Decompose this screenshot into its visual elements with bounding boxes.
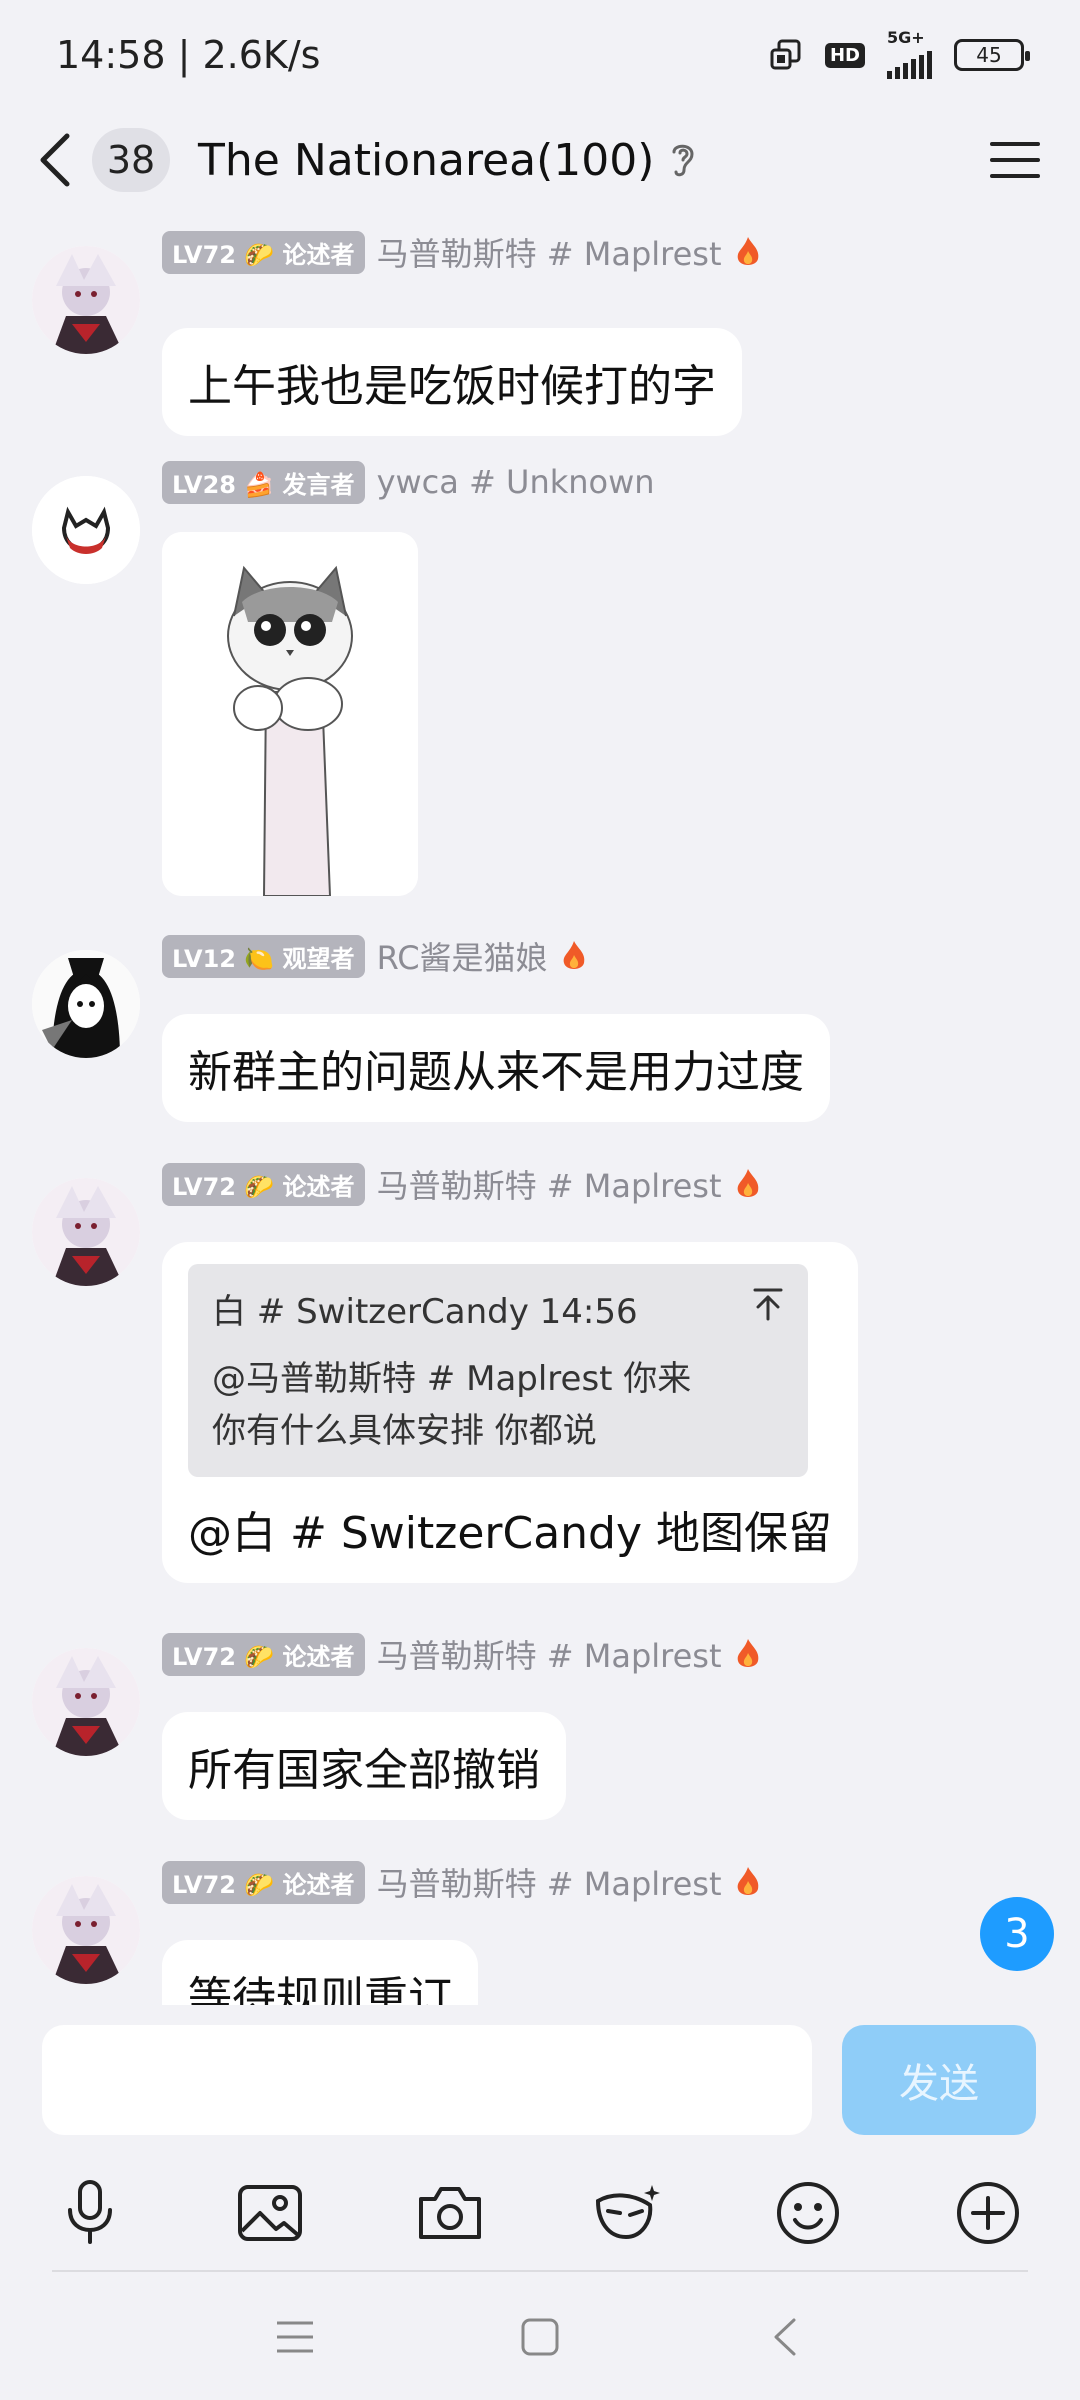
fire-icon xyxy=(737,1867,758,1895)
ai-assistant-button[interactable] xyxy=(588,2173,668,2253)
status-time: 14:58 | 2.6K/s xyxy=(56,33,321,77)
avatar[interactable] xyxy=(32,950,140,1058)
menu-button[interactable] xyxy=(980,125,1050,195)
message-bubble[interactable]: 等待规则重订 xyxy=(162,1940,478,2005)
toolbar xyxy=(0,2155,1080,2275)
sender-name[interactable]: 马普勒斯特 # Maplrest xyxy=(377,1859,722,1905)
chevron-left-icon xyxy=(774,2318,796,2356)
fire-icon xyxy=(737,1169,758,1197)
sender-name[interactable]: RC酱是猫娘 xyxy=(377,933,548,979)
avatar[interactable] xyxy=(32,1178,140,1286)
more-button[interactable] xyxy=(948,2173,1028,2253)
image-button[interactable] xyxy=(230,2173,310,2253)
message-bubble[interactable]: 上午我也是吃饭时候打的字 xyxy=(162,328,742,436)
quoted-message[interactable]: 白 # SwitzerCandy 14:56 @马普勒斯特 # Maplrest… xyxy=(188,1264,808,1477)
system-nav-bar xyxy=(0,2272,1080,2400)
chat-header: 38 The Nationarea(100) xyxy=(0,110,1080,210)
network-type: 5G+ xyxy=(887,28,925,47)
quote-header: 白 # SwitzerCandy 14:56 xyxy=(212,1284,784,1333)
ear-icon xyxy=(668,138,698,182)
message-meta: LV12 🍋 观望者 RC酱是猫娘 xyxy=(162,934,588,978)
smile-icon xyxy=(777,2182,839,2244)
battery-icon: 45 xyxy=(954,39,1030,71)
microphone-icon xyxy=(68,2180,112,2244)
camera-button[interactable] xyxy=(410,2173,490,2253)
message-bubble[interactable]: 新群主的问题从来不是用力过度 xyxy=(162,1014,830,1122)
send-button[interactable]: 发送 xyxy=(842,2025,1036,2135)
fire-icon xyxy=(563,941,584,969)
sender-name[interactable]: 马普勒斯特 # Maplrest xyxy=(377,229,722,275)
level-badge: LV72 🌮 论述者 xyxy=(162,1162,365,1206)
system-back-button[interactable] xyxy=(750,2302,820,2372)
camera-icon xyxy=(419,2187,481,2239)
sender-name[interactable]: 马普勒斯特 # Maplrest xyxy=(377,1161,722,1207)
home-button[interactable] xyxy=(505,2302,575,2372)
quote-author: 白 # SwitzerCandy 14:56 xyxy=(212,1292,638,1332)
quote-line: @马普勒斯特 # Maplrest 你来 xyxy=(212,1359,692,1399)
ai-mask-icon xyxy=(595,2185,660,2240)
back-button[interactable] xyxy=(30,125,80,195)
sender-name[interactable]: 马普勒斯特 # Maplrest xyxy=(377,1631,722,1677)
menu-lines-icon xyxy=(277,2321,313,2353)
quote-line: 你有什么具体安排 你都说 xyxy=(212,1411,597,1451)
message-meta: LV72 🌮 论述者 马普勒斯特 # Maplrest xyxy=(162,1860,762,1904)
level-badge: LV72 🌮 论述者 xyxy=(162,230,365,274)
avatar[interactable] xyxy=(32,1876,140,1984)
emoji-button[interactable] xyxy=(768,2173,848,2253)
avatar[interactable] xyxy=(32,476,140,584)
chat-screen: 14:58 | 2.6K/s HD 5G+ 45 38 The Nationar… xyxy=(0,0,1080,2400)
message-meta: LV28 🍰 发言者 ywca # Unknown xyxy=(162,460,655,504)
jump-to-quote-icon[interactable] xyxy=(752,1287,784,1330)
hd-icon: HD xyxy=(824,42,865,68)
quote-body: @马普勒斯特 # Maplrest 你来 你有什么具体安排 你都说 xyxy=(212,1353,784,1457)
menu-line xyxy=(990,142,1040,146)
recents-button[interactable] xyxy=(260,2302,330,2372)
avatar[interactable] xyxy=(32,246,140,354)
chevron-left-icon xyxy=(40,133,70,187)
menu-line xyxy=(990,158,1040,162)
dual-window-icon xyxy=(769,38,803,72)
message-input[interactable] xyxy=(42,2025,812,2135)
signal-icon: 5G+ xyxy=(887,28,932,79)
menu-line xyxy=(990,174,1040,178)
message-meta: LV72 🌮 论述者 马普勒斯特 # Maplrest xyxy=(162,230,762,274)
message-bubble[interactable]: 白 # SwitzerCandy 14:56 @马普勒斯特 # Maplrest… xyxy=(162,1242,859,1583)
unread-count-badge[interactable]: 38 xyxy=(92,128,170,192)
status-bar: 14:58 | 2.6K/s HD 5G+ 45 xyxy=(0,0,1080,110)
new-message-badge[interactable]: 3 xyxy=(980,1897,1054,1971)
group-title[interactable]: The Nationarea(100) xyxy=(198,135,654,186)
message-list[interactable]: LV72 🌮 论述者 马普勒斯特 # Maplrest 上午我也是吃饭时候打的字… xyxy=(0,210,1080,2005)
battery-level: 45 xyxy=(976,43,1002,67)
message-bubble[interactable]: 所有国家全部撤销 xyxy=(162,1712,566,1820)
message-meta: LV72 🌮 论述者 马普勒斯特 # Maplrest xyxy=(162,1162,762,1206)
sender-name[interactable]: ywca # Unknown xyxy=(377,463,655,501)
plus-circle-icon xyxy=(957,2182,1019,2244)
sticker-image[interactable] xyxy=(162,532,418,896)
avatar[interactable] xyxy=(32,1648,140,1756)
fire-icon xyxy=(737,1639,758,1667)
level-badge: LV72 🌮 论述者 xyxy=(162,1632,365,1676)
voice-button[interactable] xyxy=(50,2173,130,2253)
fire-icon xyxy=(737,237,758,265)
level-badge: LV28 🍰 发言者 xyxy=(162,460,365,504)
square-icon xyxy=(521,2318,559,2356)
level-badge: LV72 🌮 论述者 xyxy=(162,1860,365,1904)
level-badge: LV12 🍋 观望者 xyxy=(162,934,365,978)
image-icon xyxy=(238,2185,302,2241)
message-meta: LV72 🌮 论述者 马普勒斯特 # Maplrest xyxy=(162,1632,762,1676)
status-icons: HD 5G+ 45 xyxy=(769,28,1030,79)
message-text: @白 # SwitzerCandy 地图保留 xyxy=(188,1508,833,1559)
input-bar: 发送 xyxy=(0,2005,1080,2155)
